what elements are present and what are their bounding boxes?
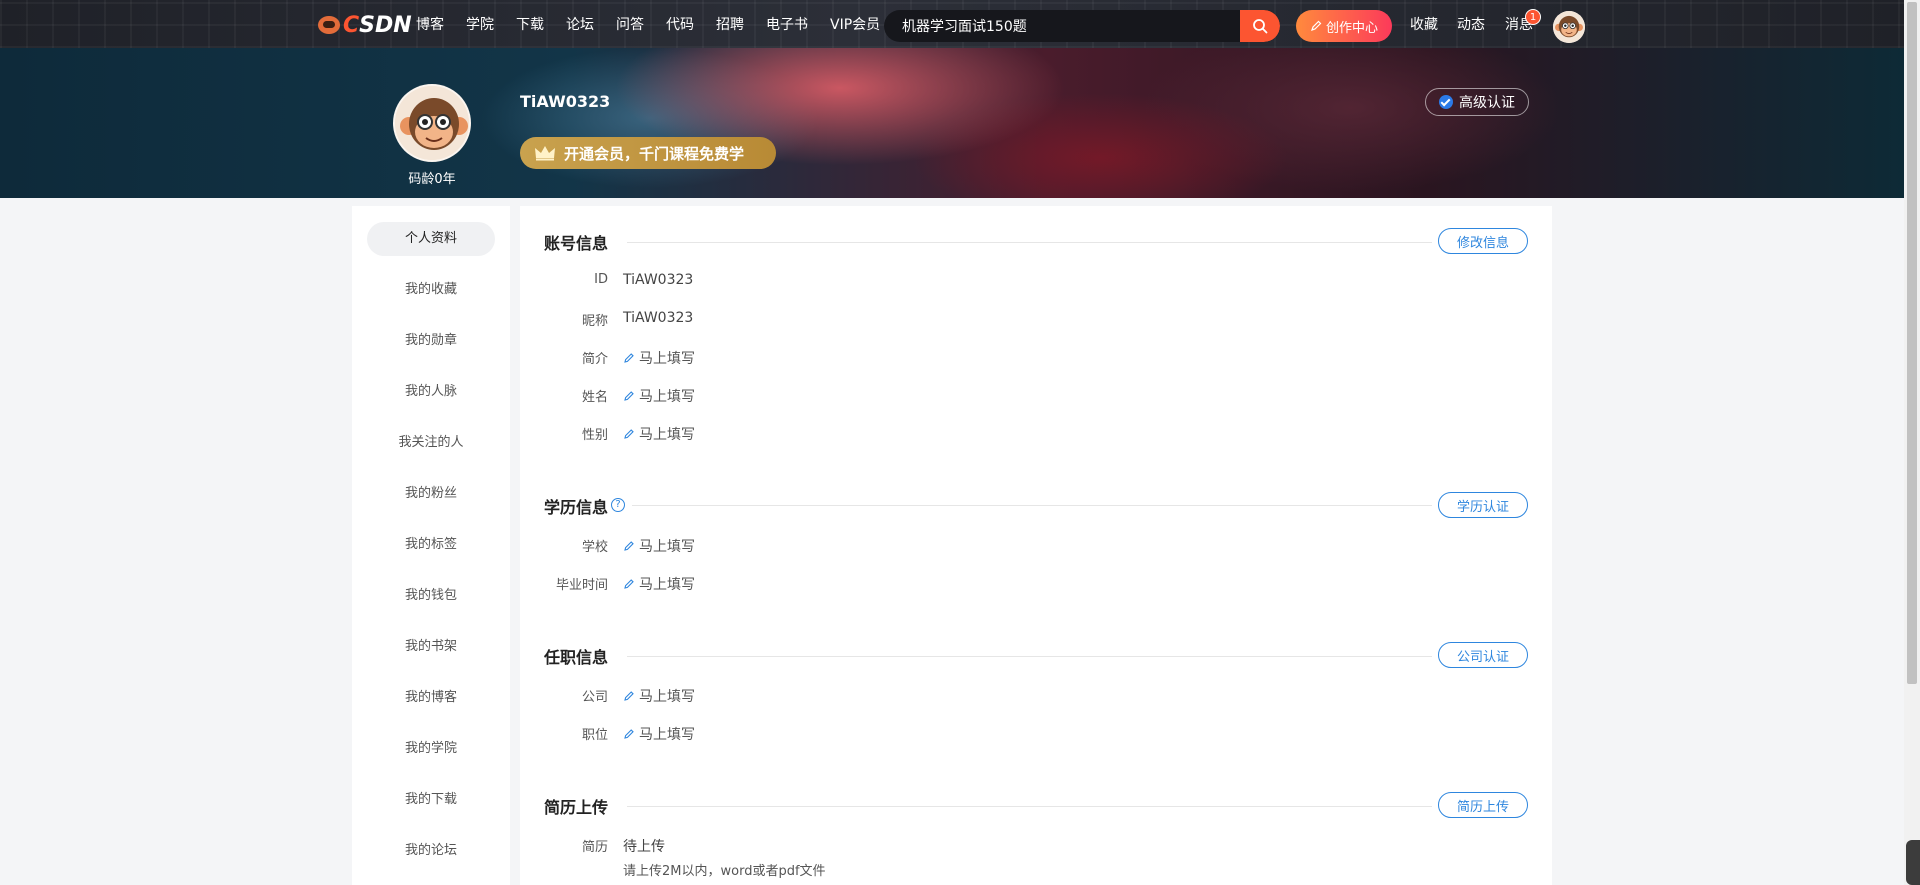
edit-pen-icon	[624, 579, 634, 589]
edit-pen-icon	[624, 429, 634, 439]
sidebar-item-following[interactable]: 我关注的人	[367, 426, 495, 460]
nav-item-ebook[interactable]: 电子书	[766, 14, 808, 34]
top-navbar: CSDN 博客 学院 下载 论坛 问答 代码 招聘 电子书 VIP会员 创作中心…	[0, 0, 1904, 48]
scrollbar-thumb[interactable]	[1907, 2, 1917, 684]
edit-pen-icon	[624, 353, 634, 363]
divider	[627, 806, 1432, 807]
fill-company-link[interactable]: 马上填写	[623, 686, 695, 706]
profile-content: 账号信息 修改信息 ID TiAW0323 昵称 TiAW0323 简介 马上填…	[520, 206, 1552, 885]
help-icon[interactable]: ?	[611, 498, 625, 512]
nav-item-academy[interactable]: 学院	[466, 14, 494, 34]
divider	[632, 505, 1432, 506]
advanced-cert-label: 高级认证	[1459, 95, 1515, 111]
nav-item-blog[interactable]: 博客	[416, 14, 444, 34]
nav-item-forum[interactable]: 论坛	[566, 14, 594, 34]
sidebar-item-medals[interactable]: 我的勋章	[367, 324, 495, 358]
field-value-nickname: TiAW0323	[623, 310, 694, 326]
section-title-job: 任职信息	[544, 648, 609, 667]
nav-item-qa[interactable]: 问答	[616, 14, 644, 34]
sidebar-item-bookshelf[interactable]: 我的书架	[367, 630, 495, 664]
field-label-company: 公司	[581, 690, 608, 705]
sidebar-item-fans[interactable]: 我的粉丝	[367, 477, 495, 511]
profile-username: TiAW0323	[520, 92, 611, 111]
nav-item-jobs[interactable]: 招聘	[716, 14, 744, 34]
search-input[interactable]	[884, 10, 1240, 42]
field-label-nickname: 昵称	[581, 314, 608, 329]
search-button[interactable]	[1240, 10, 1280, 42]
nav-activity[interactable]: 动态	[1457, 0, 1485, 48]
edit-pen-icon	[624, 691, 634, 701]
logo-text: CSDN	[343, 12, 412, 38]
field-label-bio: 简介	[581, 352, 608, 367]
edit-pen-icon	[624, 541, 634, 551]
field-label-position: 职位	[581, 728, 608, 743]
section-title-resume: 简历上传	[544, 798, 609, 817]
page-scrollbar[interactable]	[1904, 0, 1920, 885]
crown-icon	[535, 146, 555, 161]
fill-position-link[interactable]: 马上填写	[623, 724, 695, 744]
create-center-button[interactable]: 创作中心	[1296, 10, 1392, 42]
section-title-account: 账号信息	[544, 234, 609, 253]
csdn-logo[interactable]: CSDN	[318, 12, 412, 38]
vip-promo-label: 开通会员，千门课程免费学	[564, 144, 745, 163]
field-label-resume: 简历	[581, 840, 608, 855]
fill-graduation-link[interactable]: 马上填写	[623, 574, 695, 594]
create-center-label: 创作中心	[1325, 20, 1378, 36]
field-label-gender: 性别	[581, 428, 608, 443]
nav-item-download[interactable]: 下载	[516, 14, 544, 34]
resume-status: 待上传	[623, 839, 665, 855]
sidebar-item-profile[interactable]: 个人资料	[367, 222, 495, 256]
advanced-cert-button[interactable]: 高级认证	[1425, 88, 1529, 116]
user-avatar[interactable]	[1553, 11, 1585, 43]
resume-upload-button[interactable]: 简历上传	[1438, 792, 1528, 818]
divider	[627, 242, 1432, 243]
nav-favorites[interactable]: 收藏	[1410, 0, 1438, 48]
edit-pen-icon	[624, 729, 634, 739]
section-title-education: 学历信息	[544, 498, 609, 517]
field-label-school: 学校	[581, 540, 608, 555]
field-label-graduation: 毕业时间	[555, 578, 608, 593]
nav-item-vip[interactable]: VIP会员	[830, 14, 880, 34]
sidebar-item-wallet[interactable]: 我的钱包	[367, 579, 495, 613]
search-box	[884, 10, 1280, 42]
edit-info-button[interactable]: 修改信息	[1438, 228, 1528, 254]
field-value-id: TiAW0323	[623, 272, 694, 288]
fill-bio-link[interactable]: 马上填写	[623, 348, 695, 368]
education-cert-button[interactable]: 学历认证	[1438, 492, 1528, 518]
field-label-id: ID	[594, 272, 608, 287]
monkey-avatar-icon	[1553, 11, 1585, 43]
message-count-badge: 1	[1525, 9, 1541, 25]
monkey-logo-icon	[318, 16, 340, 34]
nav-item-code[interactable]: 代码	[666, 14, 694, 34]
vip-promo-button[interactable]: 开通会员，千门课程免费学	[520, 137, 776, 169]
sidebar-item-blog[interactable]: 我的博客	[367, 681, 495, 715]
company-cert-button[interactable]: 公司认证	[1438, 642, 1528, 668]
check-badge-icon	[1439, 95, 1453, 109]
fill-name-link[interactable]: 马上填写	[623, 386, 695, 406]
sidebar-item-favorites[interactable]: 我的收藏	[367, 273, 495, 307]
search-icon	[1253, 19, 1268, 34]
sidebar-item-forum[interactable]: 我的论坛	[367, 834, 495, 868]
pen-icon	[1311, 20, 1322, 31]
fill-school-link[interactable]: 马上填写	[623, 536, 695, 556]
field-label-name: 姓名	[581, 390, 608, 405]
main-nav: 博客 学院 下载 论坛 问答 代码 招聘 电子书 VIP会员	[416, 0, 902, 48]
fill-gender-link[interactable]: 马上填写	[623, 424, 695, 444]
floating-side-widget[interactable]	[1906, 840, 1920, 885]
profile-banner	[0, 48, 1904, 198]
sidebar-item-tags[interactable]: 我的标签	[367, 528, 495, 562]
resume-upload-hint: 请上传2M以内，word或者pdf文件	[623, 864, 826, 879]
sidebar-item-contacts[interactable]: 我的人脉	[367, 375, 495, 409]
edit-pen-icon	[624, 391, 634, 401]
profile-avatar[interactable]	[393, 84, 471, 162]
code-age: 码龄0年	[408, 172, 456, 187]
sidebar-item-academy[interactable]: 我的学院	[367, 732, 495, 766]
divider	[627, 656, 1432, 657]
profile-sidebar: 个人资料 我的收藏 我的勋章 我的人脉 我关注的人 我的粉丝 我的标签 我的钱包…	[352, 206, 510, 885]
sidebar-item-downloads[interactable]: 我的下载	[367, 783, 495, 817]
